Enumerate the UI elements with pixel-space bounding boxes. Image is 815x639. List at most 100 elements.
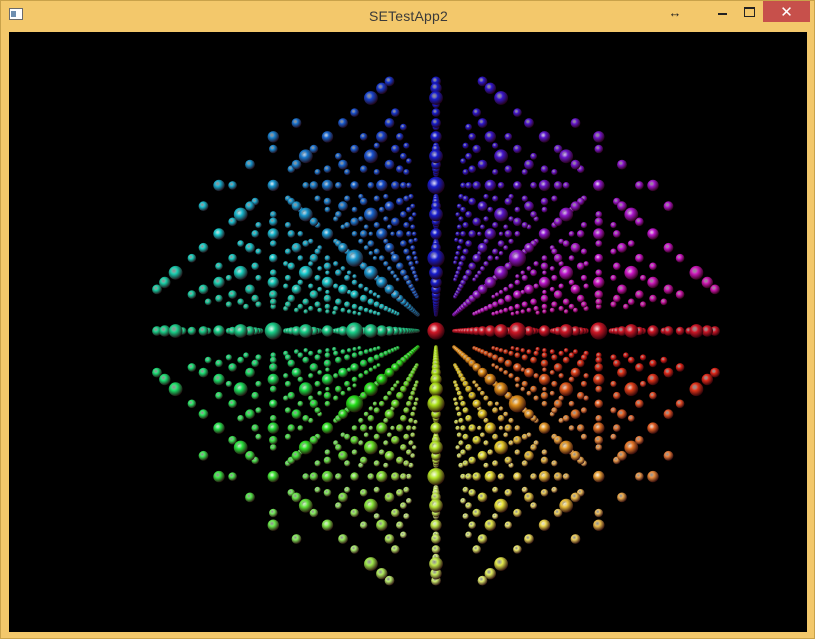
sphere: [412, 406, 417, 412]
sphere: [538, 276, 551, 289]
sphere: [412, 270, 417, 276]
sphere: [324, 449, 331, 456]
sphere: [393, 274, 398, 279]
sphere: [359, 456, 368, 465]
sphere: [367, 182, 375, 189]
sphere: [477, 386, 482, 392]
sphere: [472, 545, 482, 554]
sphere: [333, 305, 339, 312]
sphere: [594, 435, 604, 445]
maximize-button[interactable]: [736, 1, 763, 22]
sphere: [458, 417, 464, 424]
sphere: [623, 303, 629, 310]
sphere: [580, 354, 588, 361]
sphere: [284, 407, 292, 414]
sphere: [321, 373, 334, 386]
sphere: [613, 230, 621, 238]
minimize-button[interactable]: [709, 1, 736, 22]
sphere: [494, 207, 508, 222]
sphere: [477, 242, 488, 253]
sphere: [456, 266, 462, 272]
sphere: [468, 197, 477, 206]
sphere: [701, 325, 713, 337]
sphere: [391, 472, 400, 481]
sphere: [412, 445, 417, 450]
sphere: [538, 470, 551, 483]
sphere: [338, 450, 348, 461]
sphere: [413, 237, 418, 243]
sphere: [287, 294, 296, 303]
sphere: [526, 349, 532, 355]
sphere: [302, 473, 310, 480]
sphere: [338, 409, 348, 420]
sphere: [373, 460, 380, 467]
sphere: [373, 433, 380, 440]
sphere: [391, 253, 400, 263]
sphere: [530, 356, 537, 364]
sphere: [351, 449, 358, 456]
sphere: [237, 240, 245, 248]
sphere: [187, 363, 197, 372]
sphere: [243, 352, 250, 359]
sphere: [540, 489, 549, 497]
sphere: [350, 545, 359, 554]
sphere: [302, 240, 310, 248]
sphere: [483, 261, 489, 267]
sphere: [474, 383, 479, 388]
sphere: [649, 262, 657, 271]
sphere: [333, 373, 339, 379]
sphere: [406, 158, 412, 164]
sphere: [472, 181, 482, 190]
sphere: [373, 248, 380, 255]
sphere: [430, 228, 442, 240]
sphere: [504, 197, 513, 206]
sphere: [484, 519, 496, 531]
sphere: [338, 492, 348, 503]
sphere: [520, 270, 526, 276]
sphere: [503, 224, 509, 230]
sphere: [363, 349, 369, 355]
sphere: [494, 310, 500, 315]
sphere: [400, 415, 407, 422]
sphere: [570, 284, 581, 295]
sphere: [335, 502, 342, 510]
sphere: [396, 230, 404, 238]
sphere: [297, 255, 304, 262]
sphere: [400, 123, 407, 131]
sphere: [494, 91, 508, 105]
sphere: [524, 201, 534, 212]
resize-arrows-icon[interactable]: ↔: [667, 5, 683, 21]
sphere: [542, 270, 547, 276]
sphere: [267, 228, 279, 240]
sphere: [403, 142, 410, 149]
sphere: [508, 305, 514, 312]
sphere: [533, 283, 539, 289]
sphere: [530, 152, 537, 160]
sphere: [515, 310, 520, 315]
sphere: [455, 212, 461, 217]
sphere: [372, 310, 378, 315]
sphere: [410, 266, 416, 272]
sphere: [338, 159, 348, 170]
sphere: [551, 301, 558, 308]
sphere: [391, 181, 400, 190]
sphere: [302, 182, 310, 189]
sphere: [549, 266, 555, 272]
title-bar[interactable]: SETestApp2 ↔ ✕: [1, 1, 815, 31]
render-viewport[interactable]: [9, 32, 807, 632]
sphere: [624, 440, 639, 455]
sphere: [237, 356, 245, 364]
sphere: [338, 534, 348, 544]
sphere: [324, 206, 331, 213]
close-button[interactable]: ✕: [763, 1, 810, 22]
sphere: [372, 365, 378, 370]
sphere: [510, 346, 515, 351]
sphere: [521, 486, 528, 493]
sphere: [376, 131, 388, 143]
sphere: [513, 181, 522, 190]
sphere: [413, 256, 418, 261]
sphere: [635, 472, 644, 481]
sphere: [287, 391, 296, 400]
sphere: [323, 359, 332, 368]
sphere: [492, 354, 499, 361]
